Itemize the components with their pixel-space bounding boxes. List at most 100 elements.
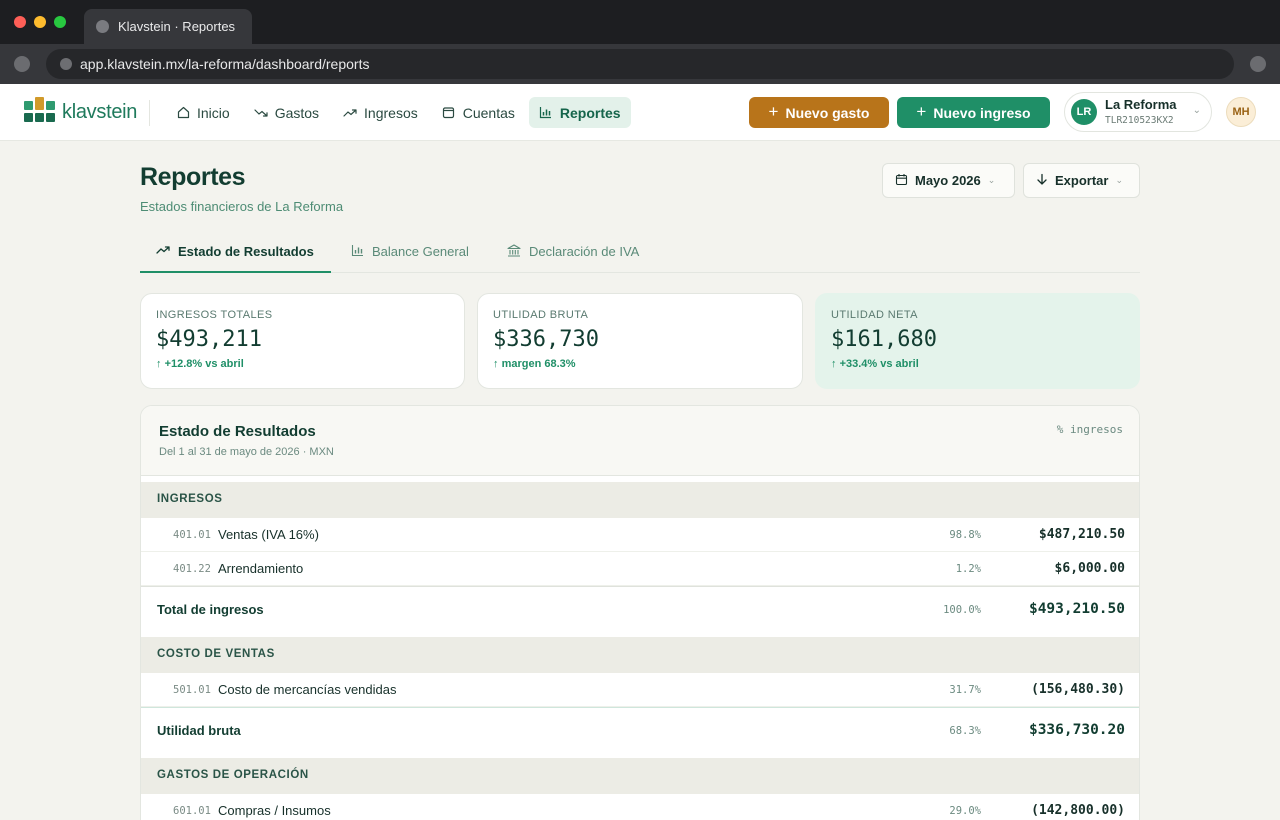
nav-item-label: Reportes [559, 104, 621, 121]
account-name: Arrendamiento [218, 561, 304, 576]
plus-icon: + [768, 101, 779, 121]
logo[interactable]: klavstein [24, 97, 138, 123]
total-row-ingresos: Total de ingresos 100.0% $493,210.50 [141, 586, 1139, 637]
org-rfc: TLR210523KX2 [1105, 115, 1174, 126]
row-amount: $6,000.00 [1054, 561, 1125, 576]
section-header-ingresos: INGRESOS [141, 482, 1139, 518]
section-label: INGRESOS [157, 493, 223, 505]
table-row[interactable]: 401.22 Arrendamiento 1.2% $6,000.00 [141, 552, 1139, 586]
header-divider [149, 100, 150, 126]
period-label: Mayo 2026 [915, 173, 981, 188]
account-code: 601.01 [173, 805, 211, 817]
kpi-card-ingresos: INGRESOS TOTALES $493,211 ↑ +12.8% vs ab… [140, 293, 465, 389]
statement-period: Del 1 al 31 de mayo de 2026 · MXN [159, 446, 334, 458]
main-nav: Inicio Gastos Ingresos Cuentas Reportes [166, 97, 631, 128]
arrow-up-icon: ↑ [493, 358, 502, 370]
table-row[interactable]: 401.01 Ventas (IVA 16%) 98.8% $487,210.5… [141, 518, 1139, 552]
row-pct: 1.2% [955, 563, 981, 575]
section-header-costo-de-ventas: COSTO DE VENTAS [141, 637, 1139, 673]
arrow-up-icon: ↑ [831, 358, 840, 370]
nav-item-inicio[interactable]: Inicio [166, 97, 240, 128]
nav-item-gastos[interactable]: Gastos [244, 97, 329, 128]
row-pct: 98.8% [949, 529, 981, 541]
browser-tab[interactable]: Klavstein · Reportes [84, 9, 252, 44]
kpi-label: UTILIDAD BRUTA [493, 309, 589, 321]
period-selector[interactable]: Mayo 2026 ⌄ [882, 163, 1015, 198]
minimize-window-button[interactable] [34, 16, 46, 28]
organization-switcher[interactable]: LR La Reforma TLR210523KX2 ⌄ [1064, 92, 1212, 132]
new-expense-label: Nuevo gasto [785, 104, 870, 121]
browser-menu-button[interactable] [1250, 56, 1266, 72]
nav-item-label: Cuentas [462, 104, 515, 121]
tab-label: Declaración de IVA [529, 244, 640, 259]
browser-toolbar: app.klavstein.mx/la-reforma/dashboard/re… [0, 44, 1280, 84]
nav-item-cuentas[interactable]: Cuentas [432, 97, 525, 128]
nav-item-reportes[interactable]: Reportes [528, 97, 631, 128]
statement-header: Estado de Resultados Del 1 al 31 de mayo… [141, 406, 1139, 476]
total-label: Utilidad bruta [157, 723, 241, 738]
page-title: Reportes [140, 163, 246, 191]
browser-titlebar: Klavstein · Reportes [0, 0, 1280, 44]
nav-item-label: Gastos [274, 104, 320, 121]
back-button[interactable] [14, 56, 30, 72]
address-bar[interactable]: app.klavstein.mx/la-reforma/dashboard/re… [46, 49, 1234, 79]
kpi-delta: ↑ margen 68.3% [493, 358, 576, 370]
tab-balance-general[interactable]: Balance General [351, 230, 469, 273]
report-tabs: Estado de Resultados Balance General Dec… [140, 230, 1140, 273]
row-pct: 100.0% [943, 604, 981, 616]
bank-icon [507, 243, 521, 260]
logo-text: klavstein [62, 100, 138, 123]
section-header-gastos-de-operacion: GASTOS DE OPERACIÓN [141, 758, 1139, 794]
chevron-down-icon: ⌄ [1115, 175, 1124, 185]
row-amount: (156,480.30) [1031, 682, 1125, 697]
kpi-card-utilidad-bruta: UTILIDAD BRUTA $336,730 ↑ margen 68.3% [477, 293, 803, 389]
account-code: 501.01 [173, 684, 211, 696]
table-row[interactable]: 601.01 Compras / Insumos 29.0% (142,800.… [141, 794, 1139, 820]
download-icon [1036, 173, 1048, 189]
section-label: GASTOS DE OPERACIÓN [157, 769, 309, 781]
statement-title: Estado de Resultados [159, 423, 316, 440]
browser-tab-title: Klavstein · Reportes [118, 19, 236, 34]
page-subtitle: Estados financieros de La Reforma [140, 199, 344, 214]
row-amount: $487,210.50 [1038, 527, 1125, 542]
nav-item-ingresos[interactable]: Ingresos [333, 97, 428, 128]
row-pct: 29.0% [949, 805, 981, 817]
export-button[interactable]: Exportar ⌄ [1023, 163, 1140, 198]
row-amount: $336,730.20 [1028, 722, 1125, 738]
row-amount: $493,210.50 [1028, 601, 1125, 617]
tab-declaracion-de-iva[interactable]: Declaración de IVA [507, 230, 639, 273]
account-name: Compras / Insumos [218, 803, 331, 818]
row-amount: (142,800.00) [1031, 803, 1125, 818]
bar-chart-icon [351, 244, 364, 260]
home-icon [176, 106, 190, 120]
close-window-button[interactable] [14, 16, 26, 28]
trend-down-icon [254, 106, 268, 120]
kpi-label: INGRESOS TOTALES [156, 309, 273, 321]
new-income-button[interactable]: + Nuevo ingreso [897, 97, 1050, 128]
logo-mark-icon [24, 97, 56, 123]
tab-label: Estado de Resultados [178, 244, 314, 259]
user-avatar[interactable]: MH [1226, 97, 1256, 127]
maximize-window-button[interactable] [54, 16, 66, 28]
account-code: 401.01 [173, 529, 211, 541]
new-expense-button[interactable]: + Nuevo gasto [749, 97, 889, 128]
org-name: La Reforma [1105, 97, 1177, 112]
org-avatar: LR [1071, 99, 1097, 125]
kpi-value: $161,680 [831, 327, 937, 352]
export-label: Exportar [1055, 173, 1109, 188]
chevron-down-icon: ⌄ [987, 175, 996, 185]
favicon-icon [96, 20, 109, 33]
chevron-down-icon: ⌄ [1192, 105, 1201, 116]
site-info-icon[interactable] [60, 58, 72, 70]
table-row[interactable]: 501.01 Costo de mercancías vendidas 31.7… [141, 673, 1139, 707]
active-tab-indicator [140, 271, 331, 273]
account-name: Ventas (IVA 16%) [218, 527, 319, 542]
kpi-card-utilidad-neta: UTILIDAD NETA $161,680 ↑ +33.4% vs abril [815, 293, 1140, 389]
trend-up-icon [343, 106, 357, 120]
wallet-icon [442, 106, 456, 120]
tab-estado-de-resultados[interactable]: Estado de Resultados [156, 230, 314, 273]
bar-chart-icon [539, 106, 553, 120]
account-code: 401.22 [173, 563, 211, 575]
total-label: Total de ingresos [157, 602, 264, 617]
row-pct: 68.3% [949, 725, 981, 737]
